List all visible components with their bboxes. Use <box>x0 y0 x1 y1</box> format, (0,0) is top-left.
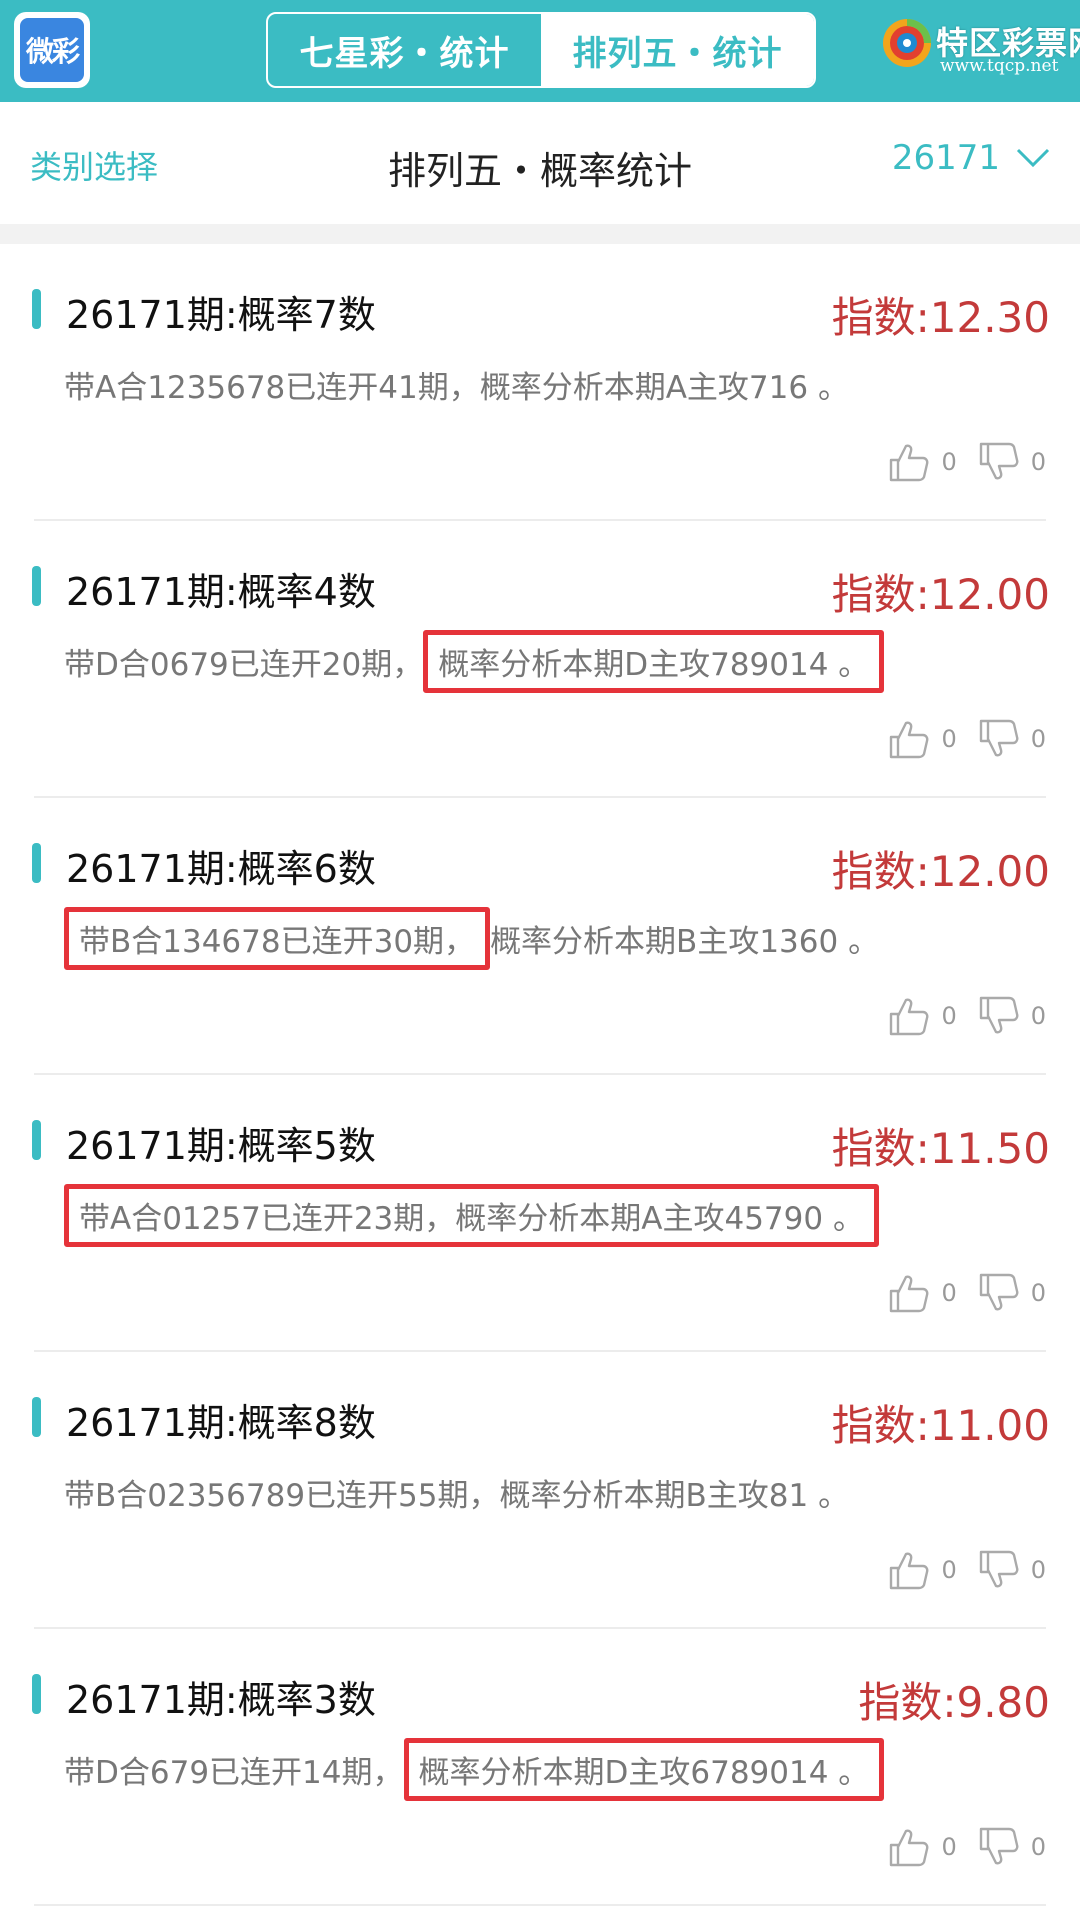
issue-number: 26171 <box>891 138 1000 178</box>
like-button[interactable]: 0 <box>887 994 957 1038</box>
accent-bar <box>32 1120 41 1160</box>
lottery-tab-switch: 七星彩・统计 排列五・统计 <box>266 12 816 88</box>
item-index: 指数:12.00 <box>831 570 1050 619</box>
dislike-count: 0 <box>1030 1556 1046 1584</box>
like-button[interactable]: 0 <box>887 717 957 761</box>
thumbs-down-icon <box>979 1827 1019 1865</box>
thumbs-up-icon <box>890 444 929 482</box>
accent-bar <box>32 843 41 883</box>
thumbs-down-icon <box>979 996 1019 1034</box>
description-part-2: 概率分析本期B主攻1360 。 <box>490 924 880 960</box>
description-part-1: 带D合679已连开14期， <box>64 1755 404 1791</box>
list-item[interactable]: 26171期:概率7数 指数:12.30 带A合1235678已连开41期，概率… <box>32 244 1050 521</box>
item-description: 带A合01257已连开23期，概率分析本期A主攻45790 。 <box>64 1184 879 1247</box>
description-part-2: 概率分析本期D主攻789014 。 <box>423 630 885 693</box>
top-bar: 微彩 七星彩・统计 排列五・统计 特区彩票网 www.tqcp.net <box>0 0 1080 102</box>
description-part-2: 概率分析本期D主攻6789014 。 <box>403 1738 885 1801</box>
brand-swirl-icon <box>883 19 931 67</box>
vote-actions: 0 0 <box>887 1548 1046 1592</box>
list-item[interactable]: 26171期:概率6数 指数:12.00 带B合134678已连开30期， 概率分… <box>32 798 1050 1075</box>
item-index: 指数:12.00 <box>831 847 1050 896</box>
list-item[interactable]: 26171期:概率4数 指数:12.00 带D合0679已连开20期， 概率分析本… <box>32 521 1050 798</box>
thumbs-down-icon <box>979 442 1019 480</box>
prediction-list: 26171期:概率7数 指数:12.30 带A合1235678已连开41期，概率… <box>0 244 1080 1906</box>
dislike-button[interactable]: 0 <box>977 1548 1046 1592</box>
accent-bar <box>32 1397 41 1437</box>
dislike-count: 0 <box>1030 448 1046 476</box>
dislike-button[interactable]: 0 <box>977 1271 1046 1315</box>
thumbs-up-icon <box>890 1829 929 1867</box>
like-count: 0 <box>941 1279 957 1307</box>
item-title: 26171期:概率5数 <box>66 1124 376 1168</box>
item-index: 指数:9.80 <box>858 1678 1050 1727</box>
description-part-1: 带A合1235678已连开41期，概率分析本期A主攻716 。 <box>64 370 849 406</box>
item-title: 26171期:概率8数 <box>66 1401 376 1445</box>
app-logo[interactable]: 微彩 <box>14 12 90 88</box>
item-index: 指数:11.00 <box>831 1401 1050 1450</box>
like-button[interactable]: 0 <box>887 1825 957 1869</box>
like-count: 0 <box>941 1833 957 1861</box>
list-item[interactable]: 26171期:概率8数 指数:11.00 带B合02356789已连开55期，概… <box>32 1352 1050 1629</box>
item-description: 带B合02356789已连开55期，概率分析本期B主攻81 。 <box>64 1470 849 1515</box>
description-part-1: 带B合134678已连开30期， <box>64 907 491 970</box>
description-part-1: 带D合0679已连开20期， <box>64 647 424 683</box>
like-button[interactable]: 0 <box>887 440 957 484</box>
sub-header: 类别选择 排列五・概率统计 26171 <box>0 102 1080 224</box>
tab-pailiewu-stats[interactable]: 排列五・统计 <box>541 14 814 86</box>
category-select-button[interactable]: 类别选择 <box>30 142 158 188</box>
app-logo-text: 微彩 <box>20 18 84 82</box>
thumbs-down-icon <box>979 719 1019 757</box>
list-item[interactable]: 26171期:概率3数 指数:9.80 带D合679已连开14期， 概率分析本期D… <box>32 1629 1050 1906</box>
tab-qixingcai-stats[interactable]: 七星彩・统计 <box>268 14 541 86</box>
chevron-down-icon <box>1016 148 1050 168</box>
brand-logo: 特区彩票网 www.tqcp.net <box>876 8 1080 92</box>
accent-bar <box>32 566 41 606</box>
thumbs-up-icon <box>890 1552 929 1590</box>
dislike-button[interactable]: 0 <box>977 717 1046 761</box>
item-description: 带B合134678已连开30期， 概率分析本期B主攻1360 。 <box>64 907 880 970</box>
like-count: 0 <box>941 448 957 476</box>
vote-actions: 0 0 <box>887 994 1046 1038</box>
item-title: 26171期:概率6数 <box>66 847 376 891</box>
thumbs-up-icon <box>890 998 929 1036</box>
issue-dropdown[interactable]: 26171 <box>892 138 1050 178</box>
thumbs-down-icon <box>979 1273 1019 1311</box>
item-description: 带D合0679已连开20期， 概率分析本期D主攻789014 。 <box>64 630 885 693</box>
item-description: 带A合1235678已连开41期，概率分析本期A主攻716 。 <box>64 362 849 407</box>
list-item[interactable]: 26171期:概率5数 指数:11.50 带A合01257已连开23期，概率分析… <box>32 1075 1050 1352</box>
dislike-count: 0 <box>1030 1833 1046 1861</box>
like-count: 0 <box>941 1002 957 1030</box>
vote-actions: 0 0 <box>887 440 1046 484</box>
dislike-button[interactable]: 0 <box>977 440 1046 484</box>
description-part-1: 带B合02356789已连开55期，概率分析本期B主攻81 。 <box>64 1478 850 1514</box>
item-index: 指数:11.50 <box>831 1124 1050 1173</box>
item-title: 26171期:概率3数 <box>66 1678 376 1722</box>
item-title: 26171期:概率4数 <box>66 570 376 614</box>
thumbs-up-icon <box>890 1275 929 1313</box>
description-part-1: 带A合01257已连开23期，概率分析本期A主攻45790 。 <box>64 1184 879 1247</box>
like-count: 0 <box>941 725 957 753</box>
item-description: 带D合679已连开14期， 概率分析本期D主攻6789014 。 <box>64 1738 885 1801</box>
vote-actions: 0 0 <box>887 717 1046 761</box>
thumbs-up-icon <box>890 721 929 759</box>
like-button[interactable]: 0 <box>887 1271 957 1315</box>
accent-bar <box>32 289 41 329</box>
dislike-count: 0 <box>1030 725 1046 753</box>
like-button[interactable]: 0 <box>887 1548 957 1592</box>
dislike-button[interactable]: 0 <box>977 994 1046 1038</box>
dislike-count: 0 <box>1030 1279 1046 1307</box>
section-divider <box>0 224 1080 244</box>
thumbs-down-icon <box>979 1550 1019 1588</box>
item-title: 26171期:概率7数 <box>66 293 376 337</box>
dislike-button[interactable]: 0 <box>977 1825 1046 1869</box>
like-count: 0 <box>941 1556 957 1584</box>
item-index: 指数:12.30 <box>831 293 1050 342</box>
brand-url: www.tqcp.net <box>940 56 1059 76</box>
dislike-count: 0 <box>1030 1002 1046 1030</box>
vote-actions: 0 0 <box>887 1825 1046 1869</box>
accent-bar <box>32 1674 41 1714</box>
vote-actions: 0 0 <box>887 1271 1046 1315</box>
